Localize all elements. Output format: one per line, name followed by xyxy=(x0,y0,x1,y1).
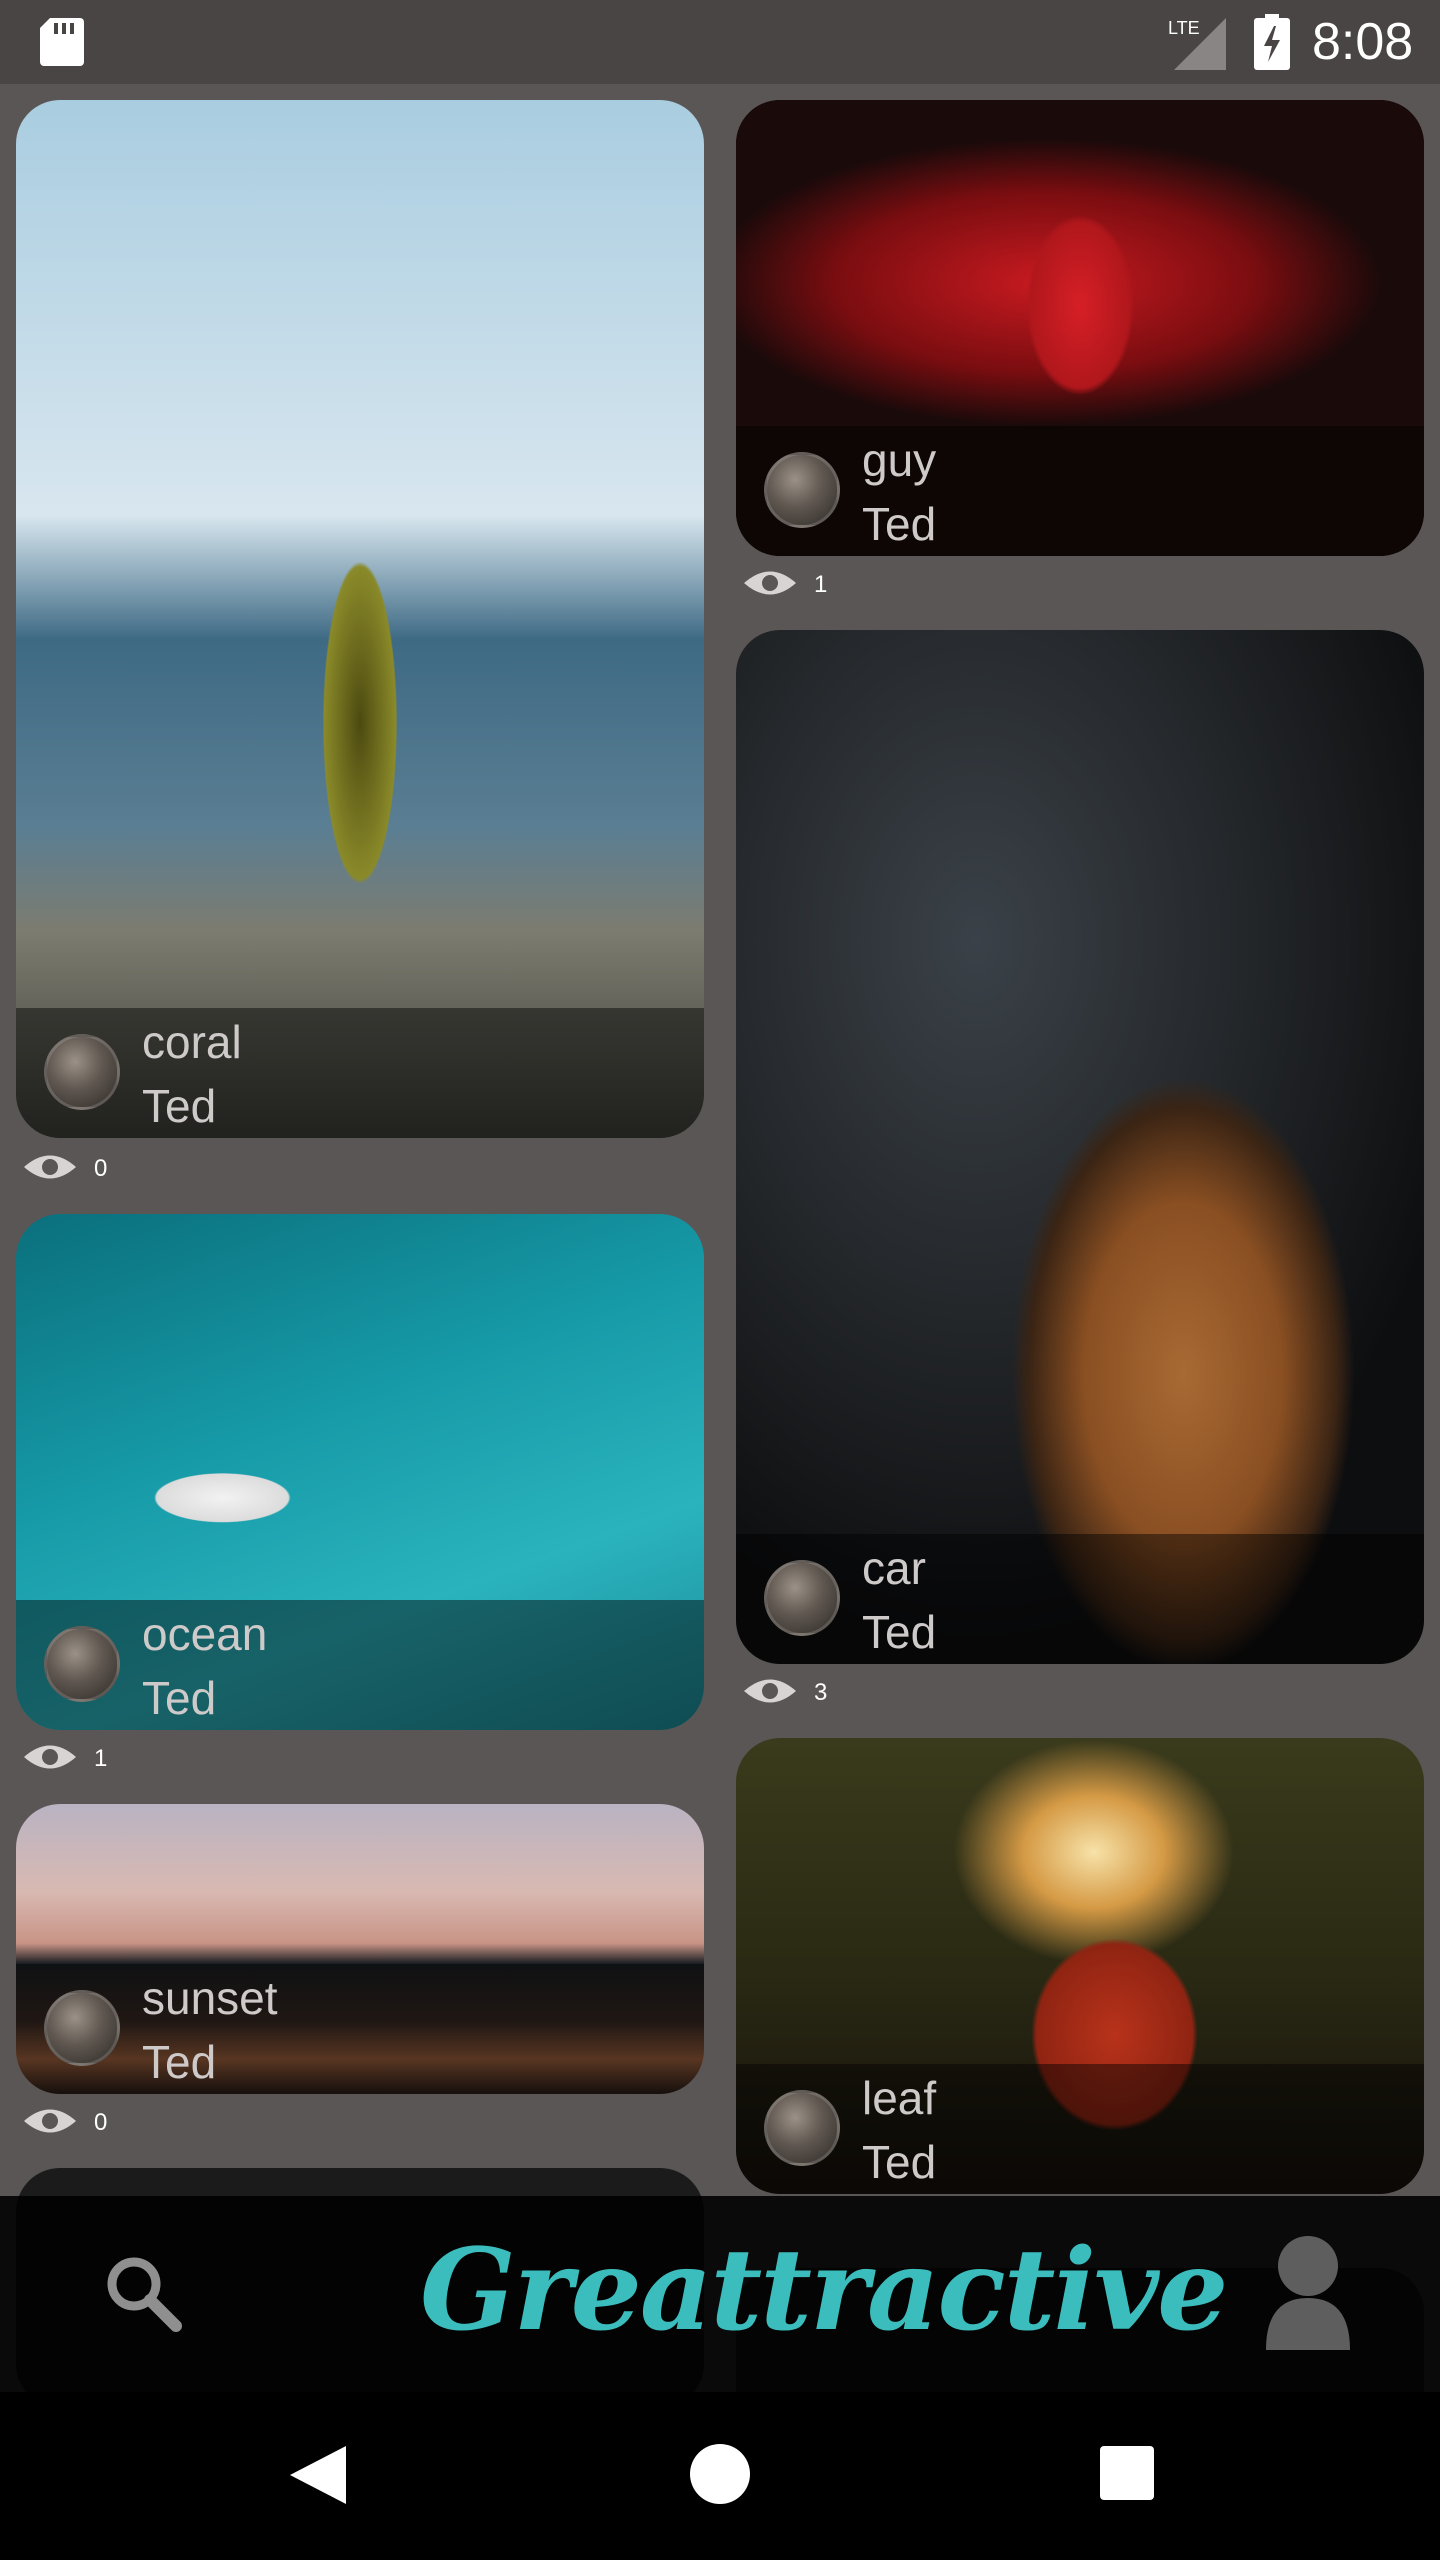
back-icon[interactable] xyxy=(284,2440,354,2510)
caption-overlay: coral Ted xyxy=(16,1008,704,1138)
card-author[interactable]: Ted xyxy=(862,1606,936,1658)
avatar[interactable] xyxy=(764,1560,840,1636)
photo-card-ocean[interactable]: ocean Ted xyxy=(16,1214,704,1730)
card-author[interactable]: Ted xyxy=(862,2136,936,2188)
photo-card-car[interactable]: car Ted xyxy=(736,630,1424,1664)
photo-card-guy[interactable]: guy Ted xyxy=(736,100,1424,556)
avatar[interactable] xyxy=(44,1626,120,1702)
view-count: 1 xyxy=(94,1745,108,1772)
card-title: ocean xyxy=(142,1608,268,1660)
lte-signal-icon: LTE xyxy=(1168,18,1226,70)
card-author[interactable]: Ted xyxy=(142,1672,216,1724)
battery-charging-icon xyxy=(1254,14,1290,70)
card-title: guy xyxy=(862,434,937,486)
avatar[interactable] xyxy=(44,1990,120,2066)
caption-overlay: car Ted xyxy=(736,1534,1424,1664)
card-author[interactable]: Ted xyxy=(142,1080,216,1132)
avatar[interactable] xyxy=(764,2090,840,2166)
view-count: 0 xyxy=(94,1155,108,1182)
view-count: 0 xyxy=(94,2109,108,2136)
recents-icon[interactable] xyxy=(1098,2444,1156,2502)
brand-logo: Greattractive xyxy=(420,2225,1228,2356)
caption-overlay: ocean Ted xyxy=(16,1600,704,1730)
caption-overlay: sunset Ted xyxy=(16,1964,704,2094)
sd-card-icon xyxy=(40,18,84,66)
caption-overlay: leaf Ted xyxy=(736,2064,1424,2194)
card-title: coral xyxy=(142,1016,242,1068)
view-count: 1 xyxy=(814,571,828,598)
photo-card-sunset[interactable]: sunset Ted xyxy=(16,1804,704,2094)
photo xyxy=(736,630,1424,1664)
photo xyxy=(16,100,704,1138)
profile-icon[interactable] xyxy=(1262,2232,1354,2350)
eye-icon xyxy=(744,571,796,595)
bottom-app-bar: Greattractive xyxy=(0,2196,1440,2392)
card-title: sunset xyxy=(142,1972,278,2024)
eye-icon xyxy=(744,1679,796,1703)
card-title: leaf xyxy=(862,2072,937,2124)
photo-card-coral[interactable]: coral Ted xyxy=(16,100,704,1138)
card-author[interactable]: Ted xyxy=(142,2036,216,2088)
eye-icon xyxy=(24,2109,76,2133)
avatar[interactable] xyxy=(44,1034,120,1110)
eye-icon xyxy=(24,1155,76,1179)
card-title: car xyxy=(862,1542,926,1594)
navigation-bar xyxy=(0,2392,1440,2560)
eye-icon xyxy=(24,1745,76,1769)
photo-card-leaf[interactable]: leaf Ted xyxy=(736,1738,1424,2194)
avatar[interactable] xyxy=(764,452,840,528)
caption-overlay: guy Ted xyxy=(736,426,1424,556)
clock: 8:08 xyxy=(1312,13,1414,71)
home-icon[interactable] xyxy=(686,2440,754,2508)
search-icon[interactable] xyxy=(100,2250,184,2334)
view-count: 3 xyxy=(814,1679,828,1706)
card-author[interactable]: Ted xyxy=(862,498,936,550)
status-bar: LTE 8:08 xyxy=(0,0,1440,84)
svg-text:LTE: LTE xyxy=(1168,18,1200,38)
